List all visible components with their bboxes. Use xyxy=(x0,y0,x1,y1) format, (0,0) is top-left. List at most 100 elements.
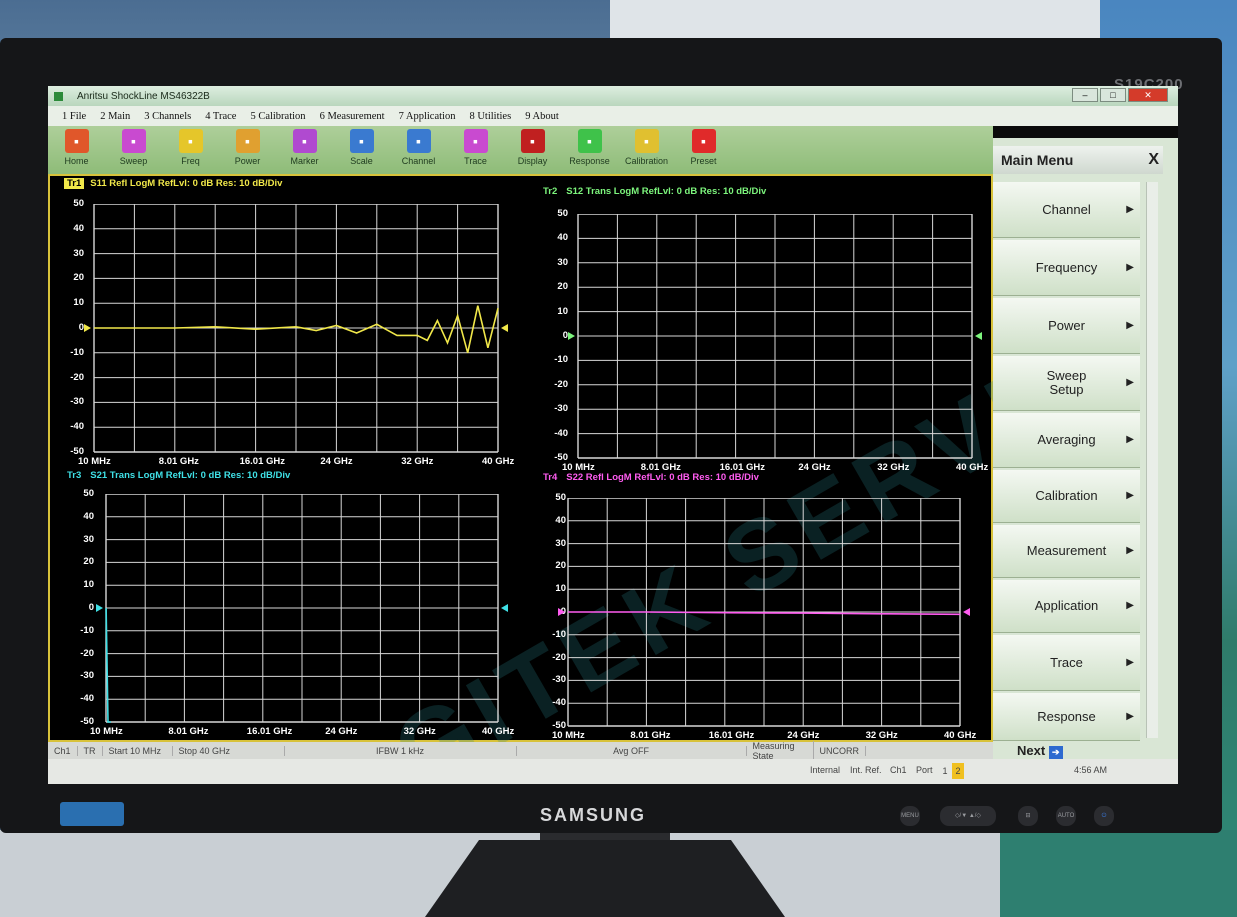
trace-3-id[interactable]: Tr3 xyxy=(64,470,84,481)
toolbar-channel-button[interactable]: ▪ Channel xyxy=(390,126,447,174)
x-tick-label: 8.01 GHz xyxy=(630,730,671,741)
reference-level-marker-right[interactable] xyxy=(501,324,508,332)
trace-4-plot[interactable] xyxy=(558,498,970,728)
monitor-source-button[interactable]: ⊟ xyxy=(1018,806,1038,826)
status-measuring-state: Measuring State xyxy=(747,740,814,761)
menu-frequency-button[interactable]: Frequency ▶ xyxy=(993,240,1140,296)
monitor-auto-button[interactable]: AUTO xyxy=(1056,806,1076,826)
toolbar-sweep-button[interactable]: ▪ Sweep xyxy=(105,126,162,174)
reference-level-marker-right[interactable] xyxy=(975,332,982,340)
reference-level-marker-left[interactable] xyxy=(558,608,565,616)
x-tick-label: 40 GHz xyxy=(482,726,515,737)
reference-level-marker-right[interactable] xyxy=(963,608,970,616)
menu-channel-button[interactable]: Channel ▶ xyxy=(993,182,1140,238)
toolbar-trace-button[interactable]: ▪ Trace xyxy=(447,126,504,174)
trace-2-id[interactable]: Tr2 xyxy=(540,186,560,197)
toolbar-power-button[interactable]: ▪ Power xyxy=(219,126,276,174)
monitor-menu-button[interactable]: MENU xyxy=(900,806,920,826)
port-label: Port xyxy=(916,765,933,775)
status-start-freq[interactable]: Start 10 MHz xyxy=(103,745,173,756)
x-tick-label: 32 GHz xyxy=(877,462,910,473)
trace-1-id[interactable]: Tr1 xyxy=(64,178,85,189)
menu-item-3[interactable]: 4 Trace xyxy=(205,111,236,122)
menu-arrow-icon: ▶ xyxy=(1126,545,1134,556)
menu-item-2[interactable]: 3 Channels xyxy=(144,111,191,122)
menu-measurement-button[interactable]: Measurement ▶ xyxy=(993,525,1140,578)
reference-level-marker-left[interactable] xyxy=(568,332,575,340)
y-tick-label: 50 xyxy=(83,488,94,499)
toolbar-response-button[interactable]: ▪ Response xyxy=(561,126,618,174)
menu-power-button[interactable]: Power ▶ xyxy=(993,298,1140,354)
trace-3-header[interactable]: Tr3 S21 Trans LogM RefLvl: 0 dB Res: 10 d… xyxy=(64,470,290,481)
trace-3-plot[interactable] xyxy=(96,494,508,724)
monitor-power-button[interactable]: ⏻ xyxy=(1094,806,1114,826)
menu-trace-button[interactable]: Trace ▶ xyxy=(993,635,1140,691)
menu-item-5[interactable]: 6 Measurement xyxy=(320,111,385,122)
marker-icon: ▪ xyxy=(292,129,317,153)
system-status-bar: Internal Int. Ref. Ch1 Port 1 2 4:56 AM xyxy=(48,759,1178,784)
reference-level-marker-left[interactable] xyxy=(84,324,91,332)
menu-item-label: Averaging xyxy=(1037,432,1096,447)
menu-application-button[interactable]: Application ▶ xyxy=(993,580,1140,633)
menu-item-0[interactable]: 1 File xyxy=(62,111,86,122)
trace-display-area[interactable]: AGITEK SERVICE Tr1 S11 Refl LogM RefLvl: … xyxy=(48,174,1178,784)
toolbar-label: Trace xyxy=(464,156,487,166)
trace-2-header[interactable]: Tr2 S12 Trans LogM RefLvl: 0 dB Res: 10 d… xyxy=(540,186,766,197)
x-tick-label: 16.01 GHz xyxy=(708,730,755,741)
reference-level-marker-left[interactable] xyxy=(96,604,103,612)
toolbar-scale-button[interactable]: ▪ Scale xyxy=(333,126,390,174)
status-stop-freq[interactable]: Stop 40 GHz xyxy=(173,745,285,756)
x-tick-label: 40 GHz xyxy=(482,456,515,467)
next-menu-button[interactable]: Next ➔ xyxy=(1017,743,1063,759)
power-icon: ▪ xyxy=(235,129,260,153)
toolbar-freq-button[interactable]: ▪ Freq xyxy=(162,126,219,174)
x-tick-label: 32 GHz xyxy=(401,456,434,467)
y-tick-label: -10 xyxy=(554,354,568,366)
status-ifbw[interactable]: IFBW 1 kHz xyxy=(285,745,517,756)
maximize-button[interactable]: □ xyxy=(1100,88,1126,102)
menu-item-8[interactable]: 9 About xyxy=(525,111,559,122)
trace-2-plot[interactable] xyxy=(568,214,982,460)
toolbar-display-button[interactable]: ▪ Display xyxy=(504,126,561,174)
toolbar-label: Preset xyxy=(690,156,717,166)
x-tick-label: 10 MHz xyxy=(552,730,585,741)
y-tick-label: 0 xyxy=(78,322,84,333)
sweep-icon: ▪ xyxy=(121,129,146,153)
y-tick-label: 50 xyxy=(557,208,568,219)
ref-internal: Internal xyxy=(810,765,841,775)
menu-item-7[interactable]: 8 Utilities xyxy=(469,111,511,122)
menu-item-label: Frequency xyxy=(1035,259,1098,275)
status-averaging[interactable]: Avg OFF xyxy=(517,745,747,756)
trace-4-header[interactable]: Tr4 S22 Refl LogM RefLvl: 0 dB Res: 10 dB… xyxy=(540,472,759,483)
trace-4-id[interactable]: Tr4 xyxy=(540,472,560,483)
trace-3-series-0 xyxy=(105,607,111,723)
toolbar-preset-button[interactable]: ▪ Preset xyxy=(675,126,732,174)
close-menu-icon[interactable]: X xyxy=(1148,146,1159,174)
monitor-adjust-button[interactable]: ◇/▼ ▲/◇ xyxy=(940,806,996,826)
menu-item-4[interactable]: 5 Calibration xyxy=(250,111,305,122)
toolbar-home-button[interactable]: ▪ Home xyxy=(48,126,105,174)
toolbar-label: Marker xyxy=(290,156,319,166)
reference-level-marker-right[interactable] xyxy=(501,604,508,612)
menu-scrollbar[interactable] xyxy=(1146,182,1158,738)
trace-1-header[interactable]: Tr1 S11 Refl LogM RefLvl: 0 dB Res: 10 dB… xyxy=(64,178,282,189)
menu-response-button[interactable]: Response ▶ xyxy=(993,693,1140,741)
x-tick-label: 24 GHz xyxy=(325,726,358,737)
minimize-button[interactable]: – xyxy=(1072,88,1098,102)
toolbar-marker-button[interactable]: ▪ Marker xyxy=(276,126,333,174)
menu-item-1[interactable]: 2 Main xyxy=(100,111,130,122)
y-tick-label: 40 xyxy=(73,222,84,234)
menu-item-6[interactable]: 7 Application xyxy=(399,111,456,122)
menu-averaging-button[interactable]: Averaging ▶ xyxy=(993,413,1140,468)
toolbar-calibration-button[interactable]: ▪ Calibration xyxy=(618,126,675,174)
menu-calibration-button[interactable]: Calibration ▶ xyxy=(993,470,1140,523)
toolbar-label: Channel xyxy=(401,156,436,166)
menu-item-label: Calibration xyxy=(1035,488,1098,503)
close-button[interactable]: ✕ xyxy=(1128,88,1168,102)
y-tick-label: -40 xyxy=(70,421,84,433)
calibration-icon: ▪ xyxy=(634,129,659,153)
menu-sweep-setup-button[interactable]: Sweep Setup ▶ xyxy=(993,356,1140,411)
trace-2-title: S12 Trans LogM RefLvl: 0 dB Res: 10 dB/D… xyxy=(566,186,767,197)
trace-1-plot[interactable] xyxy=(84,204,508,454)
anritsu-app-icon xyxy=(54,91,63,101)
